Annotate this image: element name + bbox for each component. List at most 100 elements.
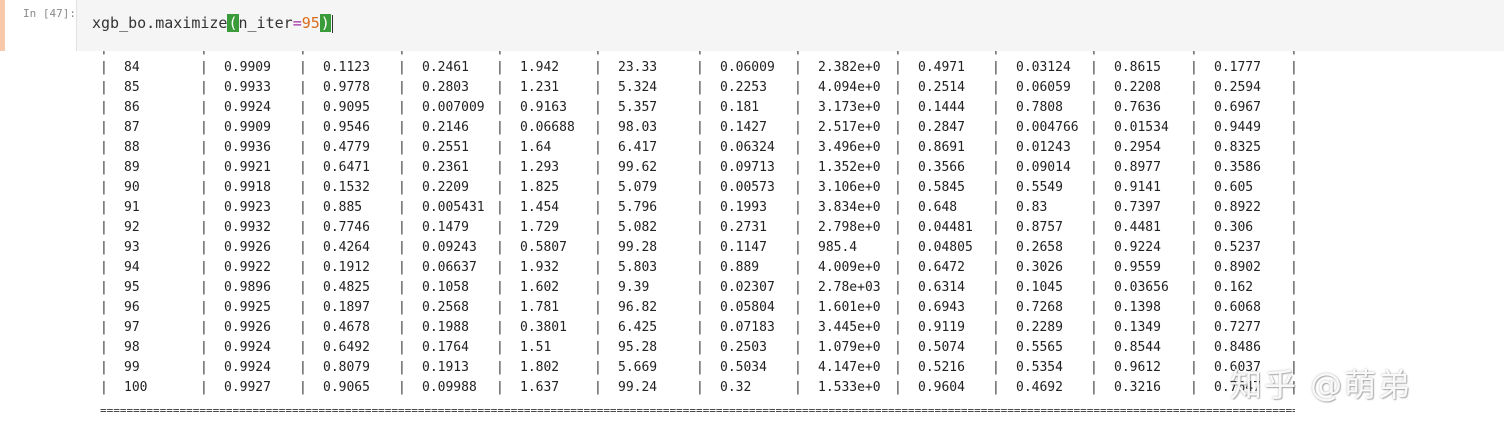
iter-cell: 87 [124, 120, 140, 135]
iter-cell: 88 [124, 140, 140, 155]
column-divider: | [496, 240, 504, 255]
column-divider: | [299, 51, 307, 58]
column-divider: | [200, 240, 208, 255]
value-cell: 0.2146 [422, 120, 469, 135]
value-cell: 0.1913 [422, 360, 469, 375]
column-divider: | [696, 380, 704, 395]
value-cell: 6.425 [618, 320, 658, 335]
value-cell: 0.293 [422, 51, 461, 58]
value-cell: 0.6967 [1214, 100, 1261, 115]
value-cell: 99.62 [618, 160, 658, 175]
value-cell: 5.796 [618, 200, 658, 215]
value-cell: 0.1988 [422, 320, 469, 335]
column-divider: | [299, 100, 307, 115]
value-cell: 96.82 [618, 300, 658, 315]
value-cell: 0.1532 [323, 180, 370, 195]
code-line[interactable]: xgb_bo.maximize(n_iter=95) [92, 13, 333, 33]
value-cell: 0.306 [1214, 220, 1254, 235]
column-divider: | [299, 360, 307, 375]
value-cell: 1.932 [520, 260, 560, 275]
column-divider: | [992, 380, 1000, 395]
column-divider: | [200, 51, 208, 58]
column-divider: | [1090, 180, 1098, 195]
column-divider: | [100, 80, 108, 95]
column-divider: | [894, 320, 902, 335]
column-divider: | [200, 140, 208, 155]
value-cell: 5.669 [618, 360, 658, 375]
column-divider: | [696, 340, 704, 355]
column-divider: | [100, 180, 108, 195]
column-divider: | [992, 320, 1000, 335]
column-divider: | [200, 300, 208, 315]
column-divider: | [1190, 240, 1198, 255]
value-cell: 0.83 [1016, 200, 1048, 215]
input-area[interactable]: In [47]: xgb_bo.maximize(n_iter=95) [0, 0, 1504, 51]
value-cell: 0.32 [720, 380, 752, 395]
code-function: xgb_bo.maximize [92, 14, 228, 32]
value-cell: 1.929 [520, 51, 559, 58]
value-cell: 0.6068 [1214, 300, 1261, 315]
iter-cell: 83 [124, 51, 140, 58]
value-cell: 0.6314 [918, 280, 965, 295]
column-divider: | [496, 80, 504, 95]
value-cell: 0.9927 [224, 380, 271, 395]
value-cell: 1.51 [520, 340, 552, 355]
column-divider: | [992, 280, 1000, 295]
notebook-cell[interactable]: In [47]: xgb_bo.maximize(n_iter=95) | | | |… [0, 0, 1504, 443]
column-divider: | [594, 140, 602, 155]
value-cell: 0.06009 [720, 60, 775, 75]
value-cell: 1.352e+0 [818, 160, 881, 175]
value-cell: 0.9449 [1214, 120, 1261, 135]
value-cell: 0.9909 [224, 60, 271, 75]
column-divider: | [594, 300, 602, 315]
column-divider: | [200, 120, 208, 135]
column-divider: | [1190, 340, 1198, 355]
value-cell: 3.942e+0 [818, 51, 881, 58]
column-divider: | [992, 180, 1000, 195]
value-cell: 0.1479 [422, 220, 469, 235]
value-cell: 0.1993 [720, 200, 767, 215]
value-cell: 0.1147 [720, 240, 767, 255]
code-editor[interactable]: xgb_bo.maximize(n_iter=95) [76, 0, 1504, 51]
column-divider: | [496, 220, 504, 235]
column-divider: | [594, 280, 602, 295]
column-divider: | [398, 280, 406, 295]
value-cell: 0.2208 [1114, 80, 1161, 95]
value-cell: 0.3566 [918, 160, 965, 175]
watermark: 知乎 @萌弟 [1230, 366, 1413, 404]
column-divider: | [1190, 300, 1198, 315]
column-divider: | [299, 180, 307, 195]
value-cell: 1.802 [520, 360, 560, 375]
value-cell: 0.1398 [1114, 300, 1161, 315]
value-cell: 0.2731 [720, 220, 767, 235]
value-cell: 0.7268 [1016, 300, 1063, 315]
value-cell: 1.079e+0 [818, 340, 881, 355]
value-cell: 5.079 [618, 180, 658, 195]
value-cell: 95.28 [618, 340, 658, 355]
column-divider: | [100, 51, 108, 58]
value-cell: 0.9926 [224, 320, 271, 335]
value-cell: 0.889 [720, 260, 760, 275]
value-cell: 0.9095 [323, 100, 370, 115]
iter-cell: 95 [124, 280, 140, 295]
column-divider: | [496, 380, 504, 395]
value-cell: 1.533e+0 [818, 380, 881, 395]
value-cell: 0.9224 [1114, 240, 1161, 255]
value-cell: 5.803 [618, 260, 658, 275]
value-cell: 0.9922 [224, 260, 271, 275]
column-divider: | [1190, 80, 1198, 95]
column-divider: | [200, 80, 208, 95]
column-divider: | [794, 140, 802, 155]
column-divider: | [398, 300, 406, 315]
column-divider: | [299, 120, 307, 135]
column-divider: | [1090, 80, 1098, 95]
value-cell: 0.6471 [323, 160, 370, 175]
column-divider: | [496, 340, 504, 355]
value-cell: 0.09243 [422, 240, 477, 255]
column-divider: | [1090, 360, 1098, 375]
value-cell: 0.162 [1214, 280, 1254, 295]
column-divider: | [594, 340, 602, 355]
value-cell: 0.9778 [323, 80, 370, 95]
value-cell: 0.9923 [224, 200, 271, 215]
value-cell: 0.01243 [1016, 140, 1071, 155]
